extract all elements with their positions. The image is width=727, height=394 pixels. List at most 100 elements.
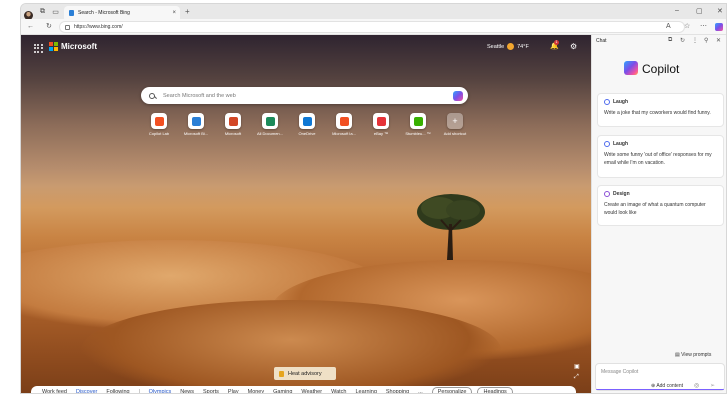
quick-link-tile[interactable]: Copilot Lab xyxy=(144,113,174,136)
feed-divider xyxy=(138,388,140,393)
feed-tab[interactable]: News xyxy=(180,389,194,393)
refresh-icon[interactable]: ↻ xyxy=(46,23,52,31)
site-icon xyxy=(410,113,426,129)
quick-link-tile[interactable]: Microsoft Bi... xyxy=(181,113,211,136)
expand-icon[interactable]: ⤢ xyxy=(574,372,580,382)
settings-gear-icon[interactable]: ⚙ xyxy=(570,42,577,51)
prompt-card-tag: Laugh xyxy=(613,141,628,147)
prompt-card-text: Write a joke that my coworkers would fin… xyxy=(604,110,711,116)
site-icon xyxy=(225,113,241,129)
laugh-icon xyxy=(604,141,610,147)
search-icon xyxy=(149,92,155,99)
feed-tab[interactable]: Watch xyxy=(331,389,346,393)
message-input[interactable]: Message Copilot xyxy=(601,369,638,375)
feed-tab[interactable]: Learning xyxy=(355,389,376,393)
headings-dropdown[interactable]: Headings xyxy=(477,387,513,393)
copilot-toolbar-icon[interactable] xyxy=(715,23,723,31)
sun-icon xyxy=(507,43,515,50)
close-window-icon[interactable]: ✕ xyxy=(717,7,723,15)
feed-tab[interactable]: Sports xyxy=(203,389,219,393)
quick-link-label: Add shortcut xyxy=(443,131,467,136)
quick-link-label: Microsoft Bi... xyxy=(183,131,209,136)
tab-actions-icon[interactable]: ▭ xyxy=(51,7,60,16)
copilot-search-icon[interactable] xyxy=(453,91,463,101)
more-options-icon[interactable]: ⋯ xyxy=(700,23,707,31)
address-bar[interactable]: https://www.bing.com/ xyxy=(59,21,685,33)
close-tab-icon[interactable]: × xyxy=(172,10,176,16)
quick-link-label: Stumbleu... ™ xyxy=(405,131,431,136)
new-tab-button[interactable]: + xyxy=(185,7,190,16)
feed-navigation: Work feed Discover Following Olympics News Sp… xyxy=(31,386,576,393)
refresh-chat-icon[interactable]: ↻ xyxy=(680,37,685,44)
feed-tab[interactable]: Discover xyxy=(76,389,97,393)
sidepane-header: Chat ⧉ ↻ ⋮ ⚲ ✕ xyxy=(592,35,726,46)
sidepane-title: Chat xyxy=(596,38,607,44)
quick-link-tile[interactable]: Microsoft xyxy=(218,113,248,136)
feed-tab[interactable]: Following xyxy=(106,389,129,393)
feed-tab[interactable]: Money xyxy=(248,389,265,393)
feed-tab[interactable]: Weather xyxy=(301,389,322,393)
feed-tab[interactable]: Gaming xyxy=(273,389,292,393)
prompt-card-tag: Laugh xyxy=(613,99,628,105)
quick-link-label: OneDrive xyxy=(298,131,316,136)
composer-focus-bar xyxy=(596,388,724,390)
microsoft-brand-text[interactable]: Microsoft xyxy=(61,42,97,51)
heat-advisory-button[interactable]: Heat advisory xyxy=(274,367,336,380)
more-options-icon[interactable]: ⋮ xyxy=(692,37,698,44)
quick-links: Copilot Lab Microsoft Bi... Microsoft All D… xyxy=(141,113,468,139)
design-brush-icon xyxy=(604,191,610,197)
feed-tab[interactable]: Shopping xyxy=(386,389,409,393)
quick-link-tile[interactable]: All Documen... xyxy=(255,113,285,136)
url-text[interactable]: https://www.bing.com/ xyxy=(74,24,123,30)
weather-widget[interactable]: Seattle 74°F xyxy=(487,43,529,50)
microsoft-logo-icon xyxy=(49,42,58,51)
image-info-icon[interactable]: ▣ xyxy=(574,362,580,372)
lock-icon xyxy=(65,24,70,30)
open-in-tab-icon[interactable]: ⧉ xyxy=(668,37,672,44)
quick-link-tile[interactable]: OneDrive xyxy=(292,113,322,136)
message-composer[interactable]: Message Copilot ⊕ Add content ◎ ➢ xyxy=(595,363,725,391)
feed-tab[interactable]: Work feed xyxy=(42,389,67,393)
view-prompts-label: View prompts xyxy=(681,352,712,358)
app-launcher-icon[interactable] xyxy=(34,44,43,53)
back-icon[interactable]: ← xyxy=(27,23,34,31)
quick-link-tile[interactable]: Microsoft la... xyxy=(329,113,359,136)
quick-link-tile[interactable]: Stumbleu... ™ xyxy=(403,113,433,136)
feed-tab[interactable]: ... xyxy=(418,389,423,393)
site-icon xyxy=(299,113,315,129)
send-icon[interactable]: ➢ xyxy=(710,382,715,389)
close-sidepane-icon[interactable]: ✕ xyxy=(716,37,721,44)
tab-title: Search - Microsoft Bing xyxy=(78,9,130,16)
quick-link-label: Copilot Lab xyxy=(148,131,170,136)
quick-link-label: eBay ™ xyxy=(373,131,389,136)
copilot-logo-icon xyxy=(624,61,638,75)
favorites-star-icon[interactable]: ☆ xyxy=(684,23,690,31)
maximize-icon[interactable]: ▢ xyxy=(696,7,703,15)
search-input[interactable]: Search Microsoft and the web xyxy=(163,93,236,99)
view-prompts-button[interactable]: ▤ View prompts xyxy=(675,352,711,358)
bing-favicon-icon xyxy=(69,9,74,16)
search-box[interactable]: Search Microsoft and the web xyxy=(141,87,468,104)
feed-tab[interactable]: Play xyxy=(228,389,239,393)
workspaces-icon[interactable]: ⧉ xyxy=(38,7,47,16)
quick-link-tile[interactable]: eBay ™ xyxy=(366,113,396,136)
personalize-button[interactable]: Personalize xyxy=(431,387,473,393)
weather-temp: 74°F xyxy=(517,43,529,50)
address-bar-row: ← ↻ https://www.bing.com/ A ☆ ⋯ xyxy=(21,19,726,35)
browser-tab-active[interactable]: Search - Microsoft Bing × xyxy=(64,6,180,19)
quick-link-tile[interactable]: + Add shortcut xyxy=(440,113,470,136)
minimize-icon[interactable]: – xyxy=(675,7,679,14)
page-header: Microsoft Seattle 74°F 🔔 1 ⚙ xyxy=(21,35,591,59)
feed-tab[interactable]: Olympics xyxy=(149,389,172,393)
acacia-tree-image xyxy=(417,194,485,260)
microphone-icon[interactable]: ◎ xyxy=(694,382,699,389)
pin-icon[interactable]: ⚲ xyxy=(704,37,708,44)
weather-city: Seattle xyxy=(487,43,505,50)
copilot-sidepane: Chat ⧉ ↻ ⋮ ⚲ ✕ Copilot Laugh Write a jok… xyxy=(591,35,726,393)
copilot-brand-text: Copilot xyxy=(642,62,680,76)
read-aloud-icon[interactable]: A xyxy=(666,23,671,31)
prompt-card[interactable]: Laugh Write a joke that my coworkers wou… xyxy=(597,93,724,127)
notifications-bell-icon[interactable]: 🔔 1 xyxy=(550,40,559,50)
prompt-card[interactable]: Design Create an image of what a quantum… xyxy=(597,185,724,226)
prompt-card[interactable]: Laugh Write some funny 'out of office' r… xyxy=(597,135,724,178)
